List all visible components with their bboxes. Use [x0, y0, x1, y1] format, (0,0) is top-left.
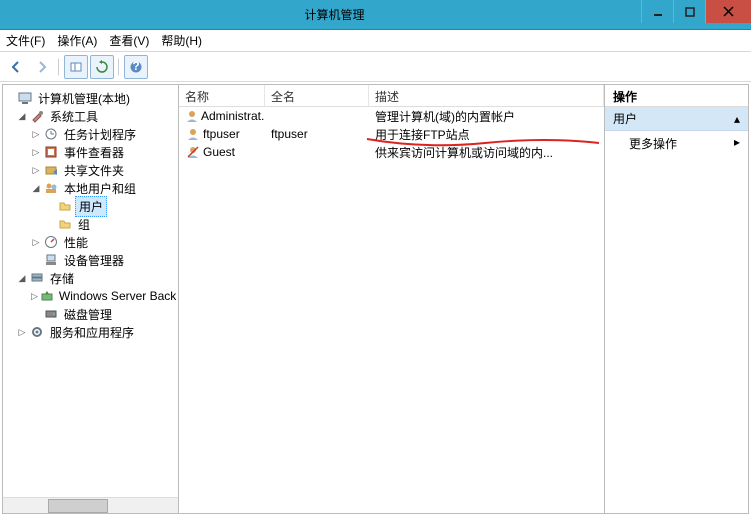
services-icon [29, 324, 45, 340]
user-fullname: ftpuser [265, 126, 369, 142]
window-title: 计算机管理 [28, 6, 641, 23]
twisty-expand-icon[interactable]: ▷ [31, 237, 41, 248]
maximize-button[interactable] [673, 0, 705, 23]
list-header: 名称 全名 描述 [179, 85, 604, 107]
performance-icon [43, 234, 59, 250]
tree-device-manager[interactable]: 设备管理器 [5, 251, 176, 269]
action-more[interactable]: 更多操作 ▸ [605, 131, 748, 156]
disk-icon [43, 306, 59, 322]
user-description: 管理计算机(域)的内置帐户 [369, 107, 604, 126]
users-groups-icon [43, 180, 59, 196]
tree-storage[interactable]: ◢ 存储 [5, 269, 176, 287]
tree-pane: 计算机管理(本地) ◢ 系统工具 ▷ 任务计划程序 ▷ 事件查看器 ▷ 共享文件… [3, 85, 179, 513]
back-button[interactable] [4, 55, 28, 79]
tree-performance[interactable]: ▷ 性能 [5, 233, 176, 251]
chevron-right-icon: ▸ [734, 135, 740, 149]
user-icon [185, 126, 201, 142]
tree-task-scheduler[interactable]: ▷ 任务计划程序 [5, 125, 176, 143]
storage-icon [29, 270, 45, 286]
twisty-expand-icon[interactable]: ▷ [17, 327, 27, 338]
menu-action[interactable]: 操作(A) [57, 32, 97, 49]
action-pane: 操作 用户 ▴ 更多操作 ▸ [605, 85, 748, 513]
clock-icon [43, 126, 59, 142]
backup-icon [40, 288, 54, 304]
action-pane-header: 操作 [605, 85, 748, 107]
toolbar-separator [118, 58, 120, 76]
title-bar: 计算机管理 [0, 0, 751, 30]
tree-root[interactable]: 计算机管理(本地) [5, 89, 176, 107]
user-name: Guest [203, 145, 235, 159]
twisty-expand-icon[interactable]: ▷ [31, 129, 41, 140]
column-fullname[interactable]: 全名 [265, 85, 369, 106]
user-row[interactable]: ftpuserftpuser用于连接FTP站点 [179, 125, 604, 143]
user-fullname [265, 115, 369, 117]
close-button[interactable] [705, 0, 751, 23]
user-name: Administrat... [201, 109, 265, 123]
action-group-users[interactable]: 用户 ▴ [605, 107, 748, 131]
user-icon [185, 108, 199, 124]
tree-groups[interactable]: 组 [5, 215, 176, 233]
folder-icon [57, 216, 73, 232]
device-icon [43, 252, 59, 268]
folder-icon [57, 198, 73, 214]
toolbar-refresh-button[interactable] [90, 55, 114, 79]
folder-share-icon [43, 162, 59, 178]
twisty-expand-icon[interactable]: ▷ [31, 147, 41, 158]
tree-scrollbar[interactable] [3, 497, 178, 513]
content-area: 计算机管理(本地) ◢ 系统工具 ▷ 任务计划程序 ▷ 事件查看器 ▷ 共享文件… [2, 84, 749, 514]
user-row[interactable]: Administrat... 管理计算机(域)的内置帐户 [179, 107, 604, 125]
menu-help[interactable]: 帮助(H) [161, 32, 202, 49]
twisty-collapse-icon[interactable]: ◢ [31, 183, 41, 194]
tools-icon [29, 108, 45, 124]
tree-services[interactable]: ▷ 服务和应用程序 [5, 323, 176, 341]
toolbar-help-button[interactable]: ? [124, 55, 148, 79]
twisty-collapse-icon[interactable]: ◢ [17, 273, 27, 284]
menu-file[interactable]: 文件(F) [6, 32, 45, 49]
collapse-icon: ▴ [734, 112, 740, 126]
tree-local-users-groups[interactable]: ◢ 本地用户和组 [5, 179, 176, 197]
list-pane: 名称 全名 描述 Administrat...管理计算机(域)的内置帐户ftpu… [179, 85, 605, 513]
user-name: ftpuser [203, 127, 240, 141]
twisty-expand-icon[interactable]: ▷ [31, 165, 41, 176]
tree-users[interactable]: 用户 [5, 197, 176, 215]
menu-bar: 文件(F) 操作(A) 查看(V) 帮助(H) [0, 30, 751, 52]
tree-windows-backup[interactable]: ▷ Windows Server Back [5, 287, 176, 305]
tree-system-tools[interactable]: ◢ 系统工具 [5, 107, 176, 125]
twisty-collapse-icon[interactable]: ◢ [17, 111, 27, 122]
event-icon [43, 144, 59, 160]
column-name[interactable]: 名称 [179, 85, 265, 106]
svg-text:?: ? [132, 60, 139, 73]
user-description: 用于连接FTP站点 [369, 125, 604, 144]
twisty-expand-icon[interactable]: ▷ [31, 291, 38, 302]
user-fullname [265, 151, 369, 153]
tree-shared-folders[interactable]: ▷ 共享文件夹 [5, 161, 176, 179]
computer-icon [17, 90, 33, 106]
tree-event-viewer[interactable]: ▷ 事件查看器 [5, 143, 176, 161]
user-row[interactable]: Guest 供来宾访问计算机或访问域的内... [179, 143, 604, 161]
menu-view[interactable]: 查看(V) [109, 32, 149, 49]
user-icon [185, 144, 201, 160]
toolbar-scope-button[interactable] [64, 55, 88, 79]
toolbar: ? [0, 52, 751, 82]
minimize-button[interactable] [641, 0, 673, 23]
column-description[interactable]: 描述 [369, 85, 604, 106]
forward-button[interactable] [30, 55, 54, 79]
toolbar-separator [58, 58, 60, 76]
tree-disk-management[interactable]: 磁盘管理 [5, 305, 176, 323]
user-description: 供来宾访问计算机或访问域的内... [369, 143, 604, 162]
